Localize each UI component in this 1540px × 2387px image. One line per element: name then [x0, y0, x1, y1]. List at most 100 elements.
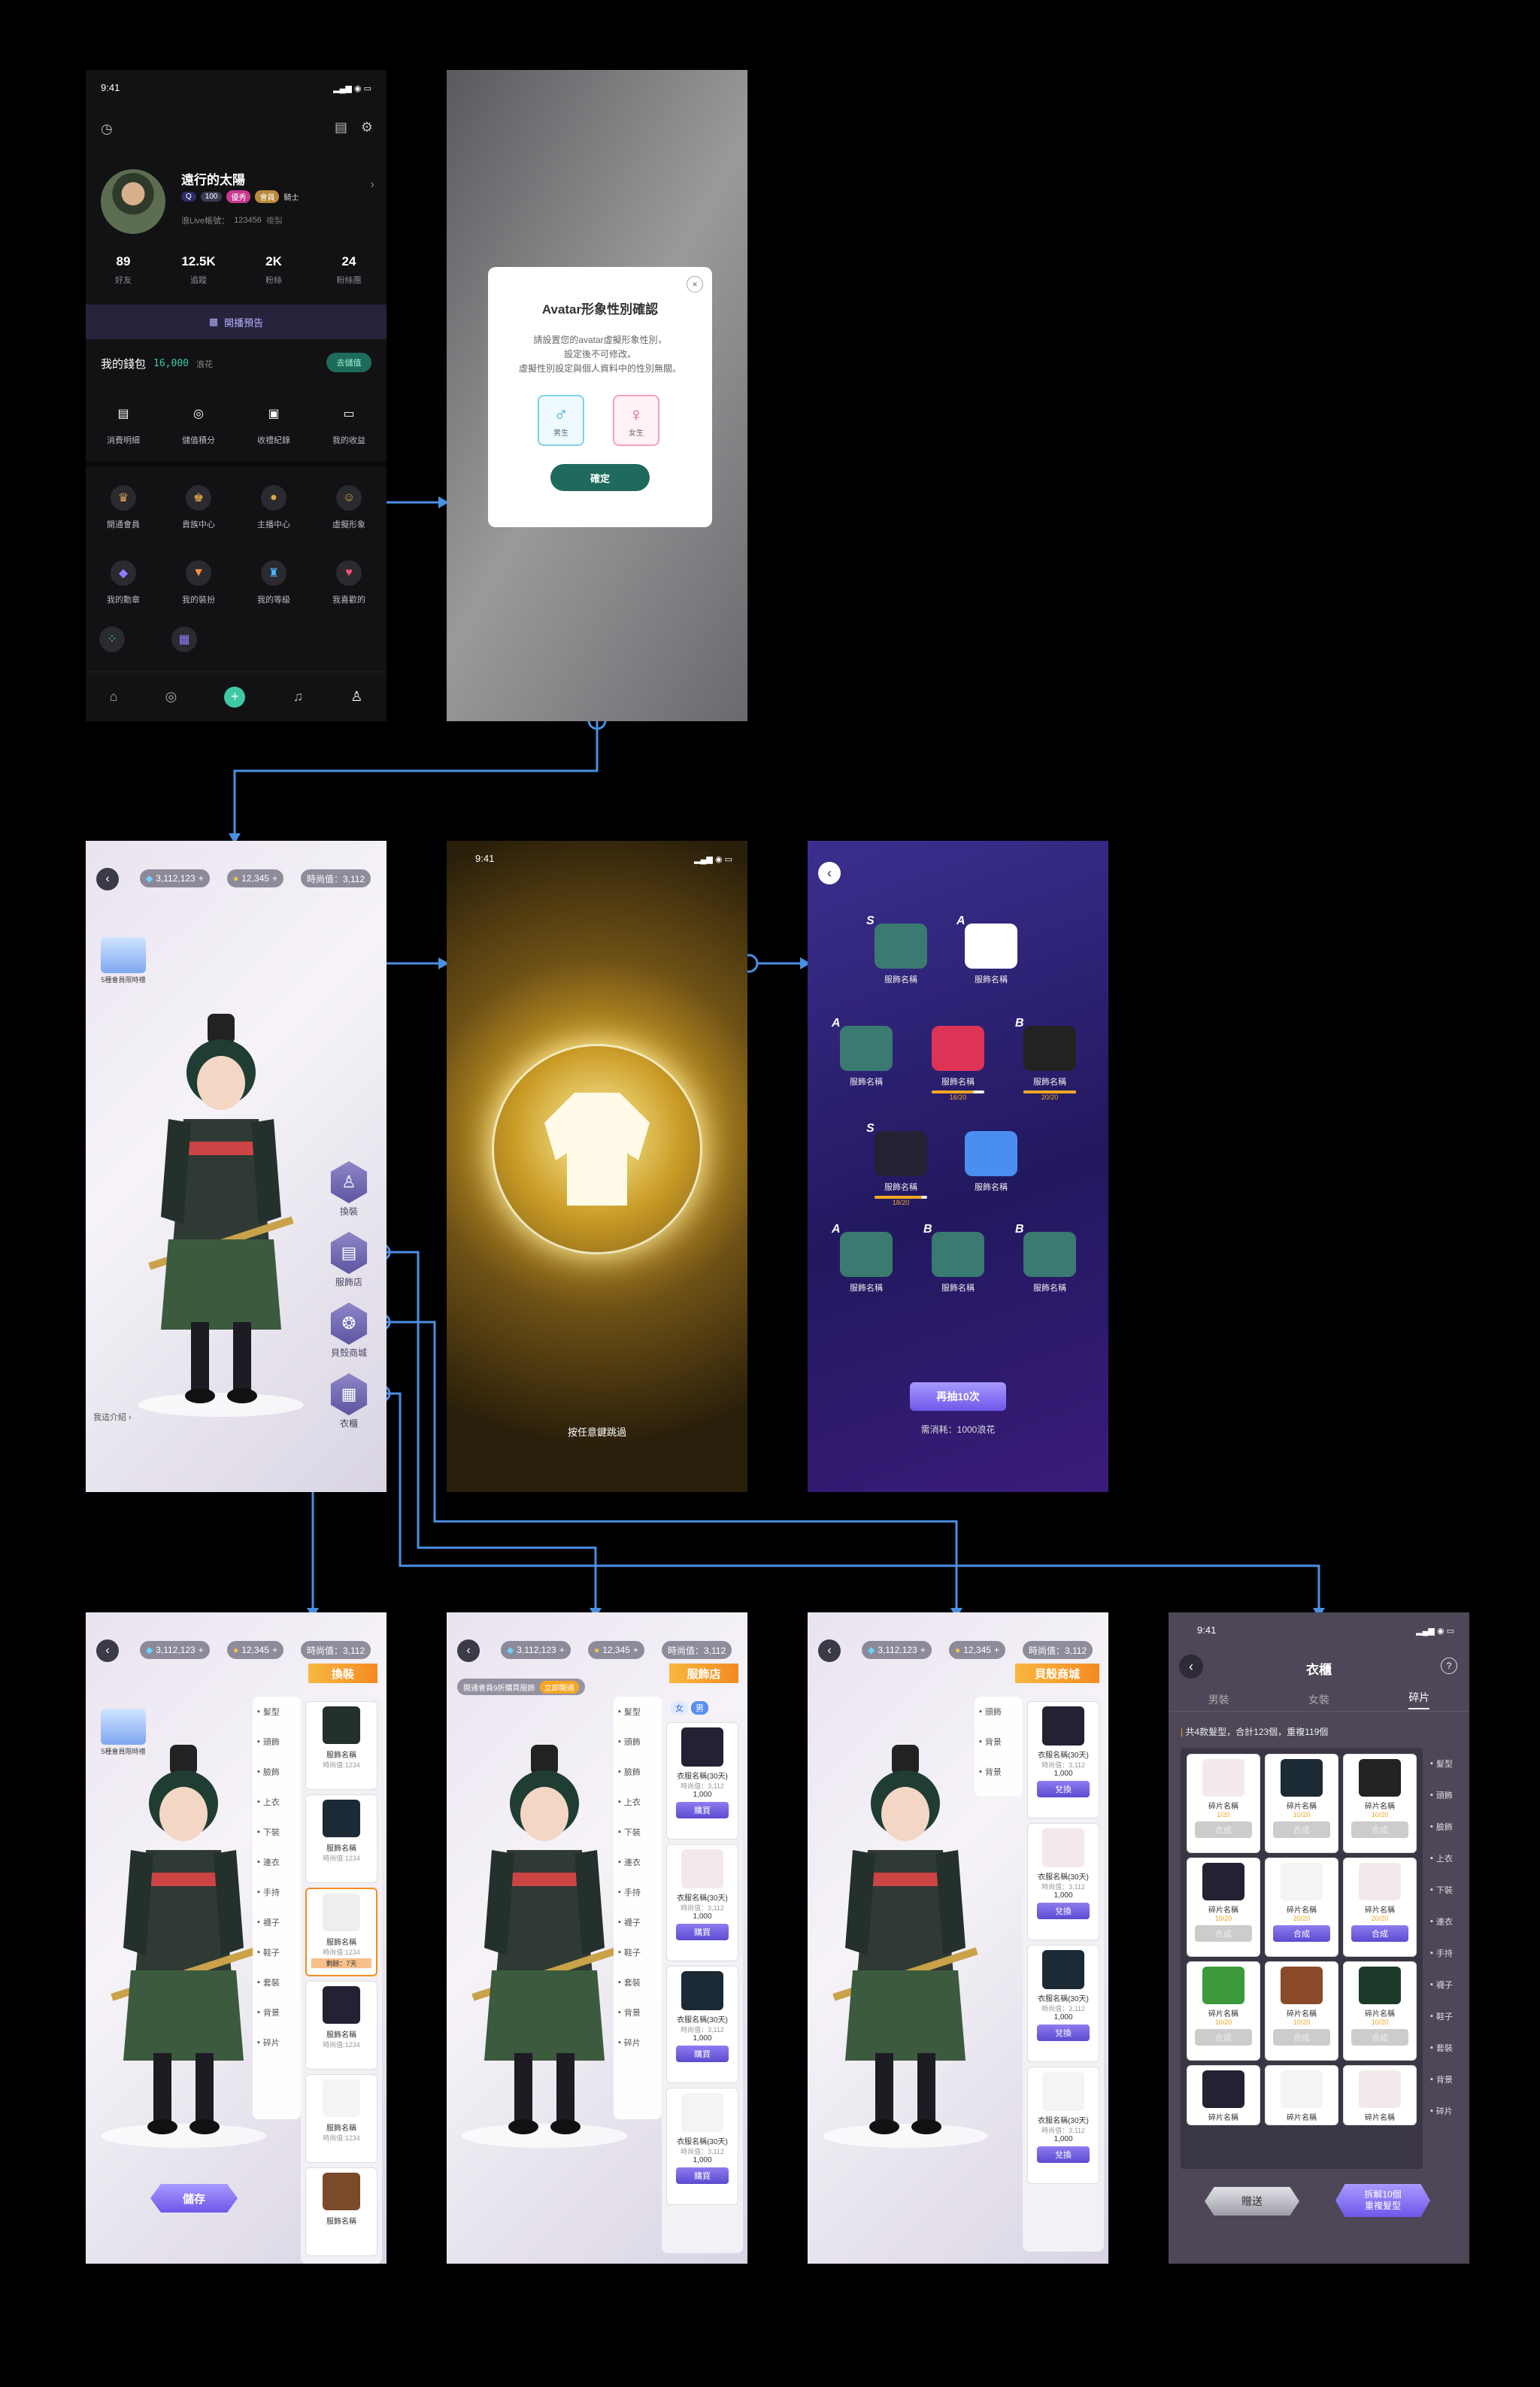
category-item[interactable]: ▪ 下裝 — [614, 1817, 662, 1847]
menu-medals[interactable]: ◆ 我的勳章 — [88, 560, 159, 605]
menu-shell-mall[interactable]: ❂ 貝殼商城 — [328, 1303, 370, 1359]
member-gift[interactable]: 5種會員限時禮 — [101, 937, 146, 984]
fragment-card[interactable]: 碎片名稱 10/20 合成 — [1343, 1754, 1417, 1853]
compose-button[interactable]: 合成 — [1273, 1821, 1330, 1838]
compose-button[interactable]: 合成 — [1351, 1821, 1408, 1838]
category-item[interactable]: ▪ 下裝 — [253, 1817, 301, 1847]
category-item[interactable]: ▪ 上衣 — [614, 1787, 662, 1817]
menu-dressup[interactable]: ♙ 換裝 — [328, 1161, 370, 1218]
gold-balance[interactable]: ● 12,345 + — [227, 1641, 283, 1659]
back-icon[interactable]: ‹ — [96, 1639, 119, 1662]
item-card[interactable]: 服飾名稱 時尚值:1234 — [305, 1701, 377, 1790]
result-item[interactable]: B 服飾名稱 — [920, 1223, 996, 1294]
avatar-character[interactable] — [823, 1745, 988, 2151]
category-item[interactable]: ▪ 連衣 — [614, 1847, 662, 1877]
menu-level[interactable]: ♜ 我的等級 — [238, 560, 310, 605]
wallet-item[interactable]: ▣ 收禮紀錄 — [238, 401, 310, 446]
fragment-card[interactable]: 碎片名稱 — [1343, 2065, 1417, 2125]
fragment-card[interactable]: 碎片名稱 — [1265, 2065, 1338, 2125]
wallet-item[interactable]: ◎ 儲值積分 — [163, 401, 235, 446]
draw-again-button[interactable]: 再抽10次 — [910, 1382, 1006, 1411]
category-item[interactable]: ▪ 臉飾 — [614, 1757, 662, 1787]
item-card[interactable]: 衣服名稱(30天) 時尚值：3,112 1,000 購買 — [666, 1844, 738, 1961]
chevron-right-icon[interactable]: › — [371, 178, 374, 192]
diamond-balance[interactable]: ◆ 3,112,123 + — [862, 1641, 932, 1659]
item-card[interactable]: 衣服名稱(30天) 時尚值：3,112 1,000 兌換 — [1027, 1823, 1099, 1940]
category-item[interactable]: ▪ 碎片 — [1426, 2095, 1469, 2127]
category-item[interactable]: ▪ 套裝 — [253, 1967, 301, 1997]
menu-outfits[interactable]: ▼ 我的裝扮 — [163, 560, 235, 605]
category-item[interactable]: ▪ 背景 — [614, 1997, 662, 2028]
fragment-card[interactable]: 碎片名稱 — [1187, 2065, 1260, 2125]
buy-button[interactable]: 購買 — [676, 2046, 729, 2062]
category-item[interactable]: ▪ 鞋子 — [614, 1937, 662, 1967]
compose-button[interactable]: 合成 — [1273, 1925, 1330, 1942]
item-card[interactable]: 服飾名稱 時尚值:1234 — [305, 2074, 377, 2163]
compose-button[interactable]: 合成 — [1273, 2029, 1330, 2046]
buy-button[interactable]: 兌換 — [1037, 1781, 1090, 1797]
item-card[interactable]: 衣服名稱(30天) 時尚值：3,112 1,000 兌換 — [1027, 1945, 1099, 2062]
compose-button[interactable]: 合成 — [1195, 2029, 1252, 2046]
live-notice-bar[interactable]: ▦ 開播預告 — [86, 305, 387, 339]
fragment-card[interactable]: 碎片名稱 10/20 合成 — [1187, 1961, 1260, 2061]
buy-button[interactable]: 兌換 — [1037, 2025, 1090, 2041]
filter-female[interactable]: 女 — [671, 1701, 688, 1715]
filter-male[interactable]: 男 — [691, 1701, 708, 1715]
explore-icon[interactable]: ◎ — [165, 689, 177, 705]
stat-following[interactable]: 12.5K 追蹤 — [161, 254, 236, 286]
category-item[interactable]: ▪ 臉飾 — [253, 1757, 301, 1787]
male-option[interactable]: ♂ 男生 — [538, 395, 584, 446]
buy-button[interactable]: 購買 — [676, 1802, 729, 1818]
category-item[interactable]: ▪ 套裝 — [1426, 2032, 1469, 2064]
category-item[interactable]: ▪ 連衣 — [253, 1847, 301, 1877]
category-item[interactable]: ▪ 套裝 — [614, 1967, 662, 1997]
fragment-card[interactable]: 碎片名稱 10/20 合成 — [1265, 1961, 1338, 2061]
result-item[interactable]: S 服飾名稱 18/20 — [863, 1122, 938, 1206]
item-card[interactable]: 衣服名稱(30天) 時尚值：3,112 1,000 兌換 — [1027, 1701, 1099, 1818]
back-icon[interactable]: ‹ — [818, 862, 841, 884]
item-card[interactable]: 服飾名稱 時尚值:1234 — [305, 1794, 377, 1883]
category-item[interactable]: ▪ 頭飾 — [1426, 1779, 1469, 1811]
fragment-card[interactable]: 碎片名稱 10/20 合成 — [1265, 1754, 1338, 1853]
category-item[interactable]: ▪ 臉飾 — [1426, 1811, 1469, 1843]
skip-hint[interactable]: 按任意鍵跳過 — [447, 1424, 747, 1439]
category-item[interactable]: ▪ 上衣 — [1426, 1843, 1469, 1874]
profile-icon[interactable]: ♙ — [350, 689, 362, 705]
result-item[interactable]: S 服飾名稱 — [863, 914, 938, 985]
item-card[interactable]: 衣服名稱(30天) 時尚值：3,112 1,000 兌換 — [1027, 2067, 1099, 2184]
female-option[interactable]: ♀ 女生 — [613, 395, 659, 446]
category-item[interactable]: ▪ 襪子 — [1426, 1969, 1469, 2000]
item-card[interactable]: 衣服名稱(30天) 時尚值：3,112 1,000 購買 — [666, 1966, 738, 2083]
back-icon[interactable]: ‹ — [818, 1639, 841, 1662]
menu-shop[interactable]: ▤ 服飾店 — [328, 1232, 370, 1288]
save-button[interactable]: 儲存 — [150, 2184, 238, 2213]
gold-balance[interactable]: ● 12,345 + — [949, 1641, 1005, 1659]
result-item[interactable]: 服飾名稱 16/20 — [920, 1026, 996, 1101]
category-item[interactable]: ▪ 背景 — [1426, 2064, 1469, 2095]
category-item[interactable]: ▪ 手持 — [614, 1877, 662, 1907]
diamond-balance[interactable]: ◆ 3,112,123 + — [140, 1641, 210, 1659]
settings-icon[interactable]: ⚙ — [361, 120, 373, 135]
fragment-card[interactable]: 碎片名稱 1/20 合成 — [1187, 1754, 1260, 1853]
category-item[interactable]: ▪ 下裝 — [1426, 1874, 1469, 1906]
menu-host[interactable]: ● 主播中心 — [238, 485, 310, 530]
calendar-menu-icon[interactable]: ▦ — [171, 626, 197, 652]
category-item[interactable]: ▪ 髮型 — [614, 1697, 662, 1727]
category-item[interactable]: ▪ 上衣 — [253, 1787, 301, 1817]
category-item[interactable]: ▪ 髮型 — [1426, 1748, 1469, 1779]
category-item[interactable]: ▪ 頭飾 — [975, 1697, 1023, 1727]
gold-balance[interactable]: ● 12,345 + — [227, 869, 283, 887]
buy-button[interactable]: 購買 — [676, 2167, 729, 2184]
item-card[interactable]: 服飾名稱 時尚值:1234 剩餘：7天 — [305, 1888, 377, 1976]
gold-balance[interactable]: ● 12,345 + — [588, 1641, 644, 1659]
category-item[interactable]: ▪ 鞋子 — [1426, 2000, 1469, 2032]
category-item[interactable]: ▪ 碎片 — [614, 2028, 662, 2058]
stat-friends[interactable]: 89 好友 — [86, 254, 161, 286]
wallet-item[interactable]: ▤ 消費明細 — [88, 401, 159, 446]
item-card[interactable]: 衣服名稱(30天) 時尚值：3,112 1,000 購買 — [666, 1722, 738, 1840]
history-icon[interactable]: ◷ — [101, 121, 113, 137]
diamond-balance[interactable]: ◆ 3,112,123 + — [501, 1641, 571, 1659]
help-icon[interactable]: ? — [1441, 1658, 1457, 1674]
diamond-balance[interactable]: ◆ 3,112,123 + — [140, 869, 210, 887]
category-item[interactable]: ▪ 背景 — [253, 1997, 301, 2028]
